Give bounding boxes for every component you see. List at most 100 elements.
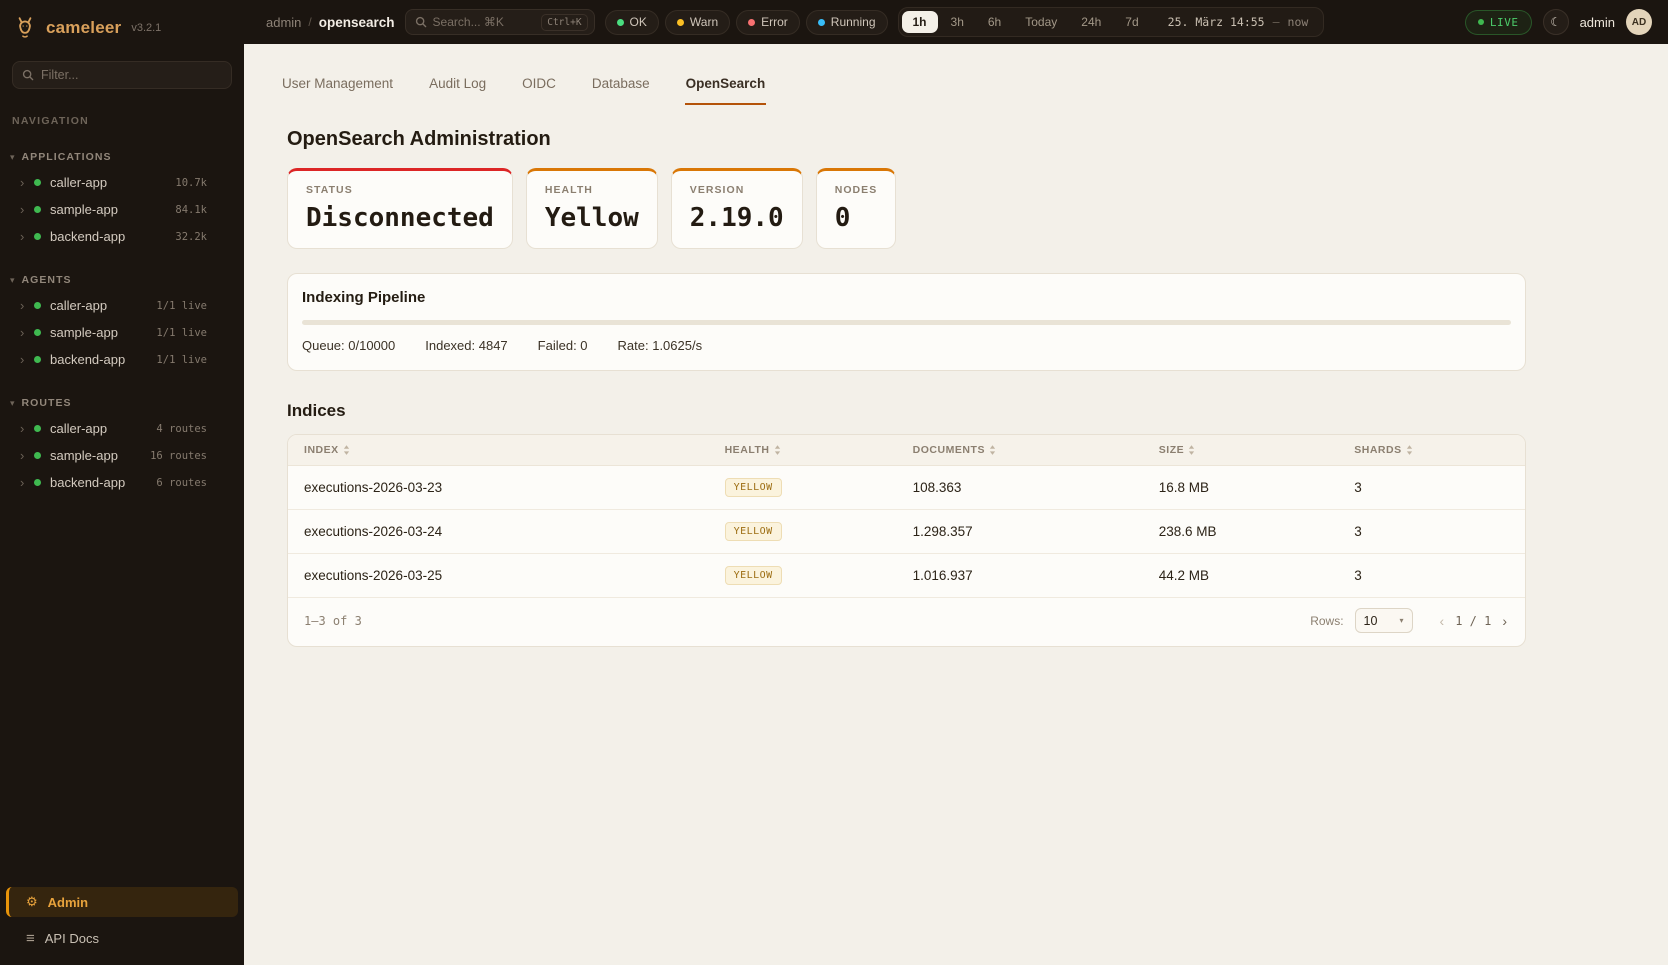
- search-icon: [415, 16, 427, 28]
- time-range-6h[interactable]: 6h: [977, 11, 1012, 33]
- rows-per-page-value: 10: [1364, 614, 1378, 628]
- sidebar-item-route-backend-app[interactable]: › backend-app 6 routes: [0, 469, 244, 496]
- sidebar-section-agents[interactable]: ▾ AGENTS: [0, 268, 244, 292]
- caret-down-icon: ▾: [10, 275, 15, 286]
- sidebar-item-badge: 84.1k: [175, 204, 207, 216]
- page-next-button[interactable]: ›: [1500, 613, 1509, 629]
- topbar: admin / opensearch Search... ⌘K Ctrl+K O…: [244, 0, 1668, 44]
- app-name: cameleer: [46, 18, 121, 38]
- admin-label: Admin: [48, 895, 88, 910]
- cell-shards: 3: [1338, 556, 1525, 595]
- tab-database[interactable]: Database: [591, 68, 651, 105]
- pipeline-stat-rate: Rate: 1.0625/s: [618, 338, 703, 353]
- filter-label: Running: [831, 15, 876, 29]
- breadcrumb-parent[interactable]: admin: [266, 15, 301, 30]
- indexing-pipeline-panel: Indexing Pipeline Queue: 0/10000 Indexed…: [287, 273, 1526, 371]
- sidebar-section-applications[interactable]: ▾ APPLICATIONS: [0, 145, 244, 169]
- status-card-nodes: NODES 0: [816, 168, 897, 249]
- filter-running-button[interactable]: Running: [806, 10, 888, 35]
- sidebar-item-badge: 1/1 live: [156, 300, 207, 312]
- sidebar-section-routes[interactable]: ▾ ROUTES: [0, 391, 244, 415]
- status-dot-icon: [34, 302, 41, 309]
- sidebar-item-label: caller-app: [50, 175, 107, 190]
- sidebar-item-sample-app[interactable]: › sample-app 84.1k: [0, 196, 244, 223]
- app-root: cameleer v3.2.1 Filter... NAVIGATION ▾ A…: [0, 0, 1668, 965]
- status-card-health: HEALTH Yellow: [526, 168, 658, 249]
- column-header-health[interactable]: HEALTH: [709, 435, 897, 465]
- card-value: 0: [835, 203, 878, 233]
- sidebar-item-caller-app[interactable]: › caller-app 10.7k: [0, 169, 244, 196]
- card-label: HEALTH: [545, 184, 639, 196]
- chevron-right-icon: ›: [20, 475, 30, 490]
- filter-label: OK: [630, 15, 647, 29]
- time-range-3h[interactable]: 3h: [940, 11, 975, 33]
- sidebar-item-agent-caller-app[interactable]: › caller-app 1/1 live: [0, 292, 244, 319]
- tab-oidc[interactable]: OIDC: [521, 68, 557, 105]
- filter-label: Error: [761, 15, 788, 29]
- sidebar-item-label: caller-app: [50, 298, 107, 313]
- status-cards: STATUS Disconnected HEALTH Yellow VERSIO…: [287, 168, 1526, 249]
- sidebar: cameleer v3.2.1 Filter... NAVIGATION ▾ A…: [0, 0, 244, 965]
- filter-warn-button[interactable]: Warn: [665, 10, 730, 35]
- sidebar-item-label: sample-app: [50, 202, 118, 217]
- pipeline-stat-queue: Queue: 0/10000: [302, 338, 395, 353]
- sidebar-item-backend-app[interactable]: › backend-app 32.2k: [0, 223, 244, 250]
- cell-documents: 1.298.357: [897, 512, 1143, 551]
- sidebar-item-label: backend-app: [50, 352, 125, 367]
- sidebar-item-agent-sample-app[interactable]: › sample-app 1/1 live: [0, 319, 244, 346]
- table-row: executions-2026-03-24 YELLOW 1.298.357 2…: [288, 510, 1525, 554]
- time-range-today[interactable]: Today: [1014, 11, 1068, 33]
- table-footer-right: Rows: 10 ▾ ‹ 1 / 1 ›: [1310, 608, 1509, 633]
- caret-down-icon: ▾: [10, 152, 15, 163]
- pipeline-progress-bar: [302, 320, 1511, 325]
- sidebar-item-admin[interactable]: ⚙ Admin: [6, 887, 238, 917]
- sort-icon: [1188, 445, 1195, 455]
- tab-audit-log[interactable]: Audit Log: [428, 68, 487, 105]
- card-label: VERSION: [690, 184, 784, 196]
- page-prev-button[interactable]: ‹: [1438, 613, 1447, 629]
- date-range-display[interactable]: 25. März 14:55 — now: [1168, 15, 1309, 29]
- breadcrumb-separator: /: [308, 15, 311, 29]
- search-placeholder: Search... ⌘K: [433, 15, 536, 29]
- time-range-7d[interactable]: 7d: [1114, 11, 1149, 33]
- column-header-documents[interactable]: DOCUMENTS: [897, 435, 1143, 465]
- cell-index: executions-2026-03-25: [288, 556, 709, 595]
- search-shortcut-kbd: Ctrl+K: [541, 14, 587, 31]
- row-range-text: 1–3 of 3: [304, 614, 362, 628]
- time-range-1h[interactable]: 1h: [902, 11, 938, 33]
- filter-error-button[interactable]: Error: [736, 10, 800, 35]
- column-header-size[interactable]: SIZE: [1143, 435, 1338, 465]
- cell-size: 16.8 MB: [1143, 468, 1338, 507]
- sidebar-item-route-sample-app[interactable]: › sample-app 16 routes: [0, 442, 244, 469]
- live-toggle[interactable]: LIVE: [1465, 10, 1532, 35]
- date-range-end: now: [1288, 15, 1309, 29]
- sidebar-item-agent-backend-app[interactable]: › backend-app 1/1 live: [0, 346, 244, 373]
- time-range-24h[interactable]: 24h: [1070, 11, 1112, 33]
- sort-icon: [774, 445, 781, 455]
- sidebar-section-label: AGENTS: [22, 274, 72, 286]
- sidebar-item-api-docs[interactable]: ≡ API Docs: [0, 925, 244, 951]
- filter-ok-button[interactable]: OK: [605, 10, 659, 35]
- dark-mode-toggle[interactable]: ☾: [1543, 9, 1569, 35]
- tab-user-management[interactable]: User Management: [281, 68, 394, 105]
- table-body: executions-2026-03-23 YELLOW 108.363 16.…: [288, 466, 1525, 598]
- column-header-index[interactable]: INDEX: [288, 435, 709, 465]
- card-value: Yellow: [545, 203, 639, 233]
- status-dot-icon: [34, 206, 41, 213]
- status-dot-icon: [34, 479, 41, 486]
- sidebar-item-route-caller-app[interactable]: › caller-app 4 routes: [0, 415, 244, 442]
- rows-per-page-select[interactable]: 10 ▾: [1355, 608, 1413, 633]
- column-header-shards[interactable]: SHARDS: [1338, 435, 1525, 465]
- chevron-right-icon: ›: [20, 421, 30, 436]
- avatar[interactable]: AD: [1626, 9, 1652, 35]
- status-card-status: STATUS Disconnected: [287, 168, 513, 249]
- table-footer: 1–3 of 3 Rows: 10 ▾ ‹ 1 / 1 ›: [288, 598, 1525, 646]
- sidebar-filter-input[interactable]: Filter...: [12, 61, 232, 89]
- status-dot-icon: [34, 356, 41, 363]
- search-icon: [22, 69, 34, 81]
- tab-opensearch[interactable]: OpenSearch: [685, 68, 767, 105]
- pipeline-stat-indexed: Indexed: 4847: [425, 338, 507, 353]
- table-header-row: INDEX HEALTH DOCUMENTS SIZE: [288, 435, 1525, 466]
- search-input[interactable]: Search... ⌘K Ctrl+K: [405, 9, 595, 35]
- caret-down-icon: ▾: [10, 398, 15, 409]
